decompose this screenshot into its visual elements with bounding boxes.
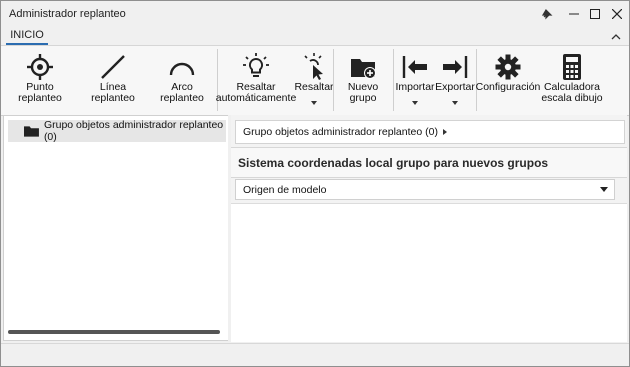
chevron-down-icon [600,187,608,192]
origin-select[interactable]: Origen de modelo [235,179,615,200]
punto-replanteo-button[interactable]: Punto replanteo [5,46,75,114]
exportar-label: Exportar [435,81,475,93]
import-arrow-icon [402,56,427,78]
pin-button[interactable] [536,5,558,23]
section-title: Sistema coordenadas local grupo para nue… [238,156,549,170]
punto-replanteo-label: Punto replanteo [18,81,62,104]
new-folder-icon [351,59,376,79]
configuracion-button[interactable]: Configuración [475,46,541,114]
arc-icon [169,62,195,76]
gear-icon [495,54,521,80]
title-bar: Administrador replanteo [1,1,629,28]
importar-dropdown-caret[interactable] [412,101,418,105]
target-point-icon [27,54,53,80]
linea-replanteo-button[interactable]: Línea replanteo [79,46,147,114]
maximize-button[interactable] [584,5,606,23]
window-title: Administrador replanteo [9,8,126,20]
highlight-cursor-icon [304,53,323,80]
ribbon-separator [333,49,334,111]
tree-item-label: Grupo objetos administrador replanteo (0… [43,119,224,143]
calculadora-escala-label: Calculadora escala dibujo [541,81,603,104]
exportar-button[interactable]: Exportar [435,46,475,114]
importar-label: Importar [395,81,435,93]
resaltar-automaticamente-button[interactable]: Resaltar automáticamente [216,46,296,114]
origin-select-value: Origen de modelo [243,184,327,196]
ribbon-toolbar: Punto replanteo Línea replanteo Arco rep… [1,45,629,116]
resaltar-dropdown-caret[interactable] [311,101,317,105]
pin-icon [541,9,553,20]
configuracion-label: Configuración [475,81,541,93]
importar-button[interactable]: Importar [395,46,435,114]
collapse-ribbon-icon[interactable] [610,31,622,43]
linea-replanteo-label: Línea replanteo [91,81,135,104]
arco-replanteo-button[interactable]: Arco replanteo [149,46,215,114]
breadcrumb[interactable]: Grupo objetos administrador replanteo (0… [235,120,625,144]
resaltar-button[interactable]: Resaltar [294,46,334,114]
tree-item[interactable]: Grupo objetos administrador replanteo (0… [8,119,226,143]
maximize-icon [590,9,600,19]
calculadora-escala-button[interactable]: Calculadora escala dibujo [541,46,603,114]
nuevo-grupo-label: Nuevo grupo [347,81,379,104]
folder-icon [24,125,39,137]
tab-bar: INICIO [1,28,629,46]
breadcrumb-arrow-icon[interactable] [442,129,447,135]
section-header: Sistema coordenadas local grupo para nue… [231,147,627,178]
line-icon [101,55,125,79]
group-tree-pane: Grupo objetos administrador replanteo (0… [3,115,229,341]
resaltar-label: Resaltar [294,81,334,93]
export-arrow-icon [443,56,468,78]
properties-pane: Grupo objetos administrador replanteo (0… [231,115,627,342]
properties-body [231,203,627,342]
ribbon-separator [393,49,394,111]
exportar-dropdown-caret[interactable] [452,101,458,105]
lightbulb-icon [243,53,269,77]
minimize-button[interactable] [563,5,585,23]
close-icon [612,9,622,19]
close-button[interactable] [606,5,628,23]
breadcrumb-text: Grupo objetos administrador replanteo (0… [243,126,438,138]
calculator-icon [563,54,581,80]
app-window: Administrador replanteo INICIO Punto rep… [0,0,630,367]
horizontal-scrollbar[interactable] [8,330,220,334]
resaltar-automaticamente-label: Resaltar automáticamente [215,81,297,104]
arco-replanteo-label: Arco replanteo [160,81,204,104]
minimize-icon [569,13,579,15]
nuevo-grupo-button[interactable]: Nuevo grupo [335,46,391,114]
status-bar [1,343,629,366]
